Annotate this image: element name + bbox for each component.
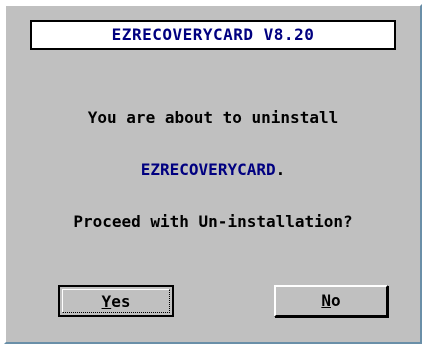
yes-label-rest: es (111, 292, 131, 311)
no-label-rest: o (331, 291, 341, 310)
dialog-title-text: EZRECOVERYCARD V8.20 (111, 25, 315, 44)
yes-mnemonic: Y (101, 292, 112, 311)
dialog-title: EZRECOVERYCARD V8.20 (30, 20, 396, 50)
product-name-period: . (275, 160, 286, 179)
no-mnemonic: N (321, 291, 331, 310)
no-button[interactable]: No (274, 285, 388, 317)
product-name-line: EZRECOVERYCARD. (6, 160, 420, 179)
uninstall-dialog: EZRECOVERYCARD V8.20 You are about to un… (4, 4, 422, 344)
product-name: EZRECOVERYCARD (140, 160, 276, 179)
uninstall-message: You are about to uninstall (87, 108, 339, 127)
yes-button-focus-ring: Yes (62, 289, 170, 313)
yes-button[interactable]: Yes (58, 285, 174, 317)
confirmation-question: Proceed with Un-installation? (73, 212, 353, 231)
